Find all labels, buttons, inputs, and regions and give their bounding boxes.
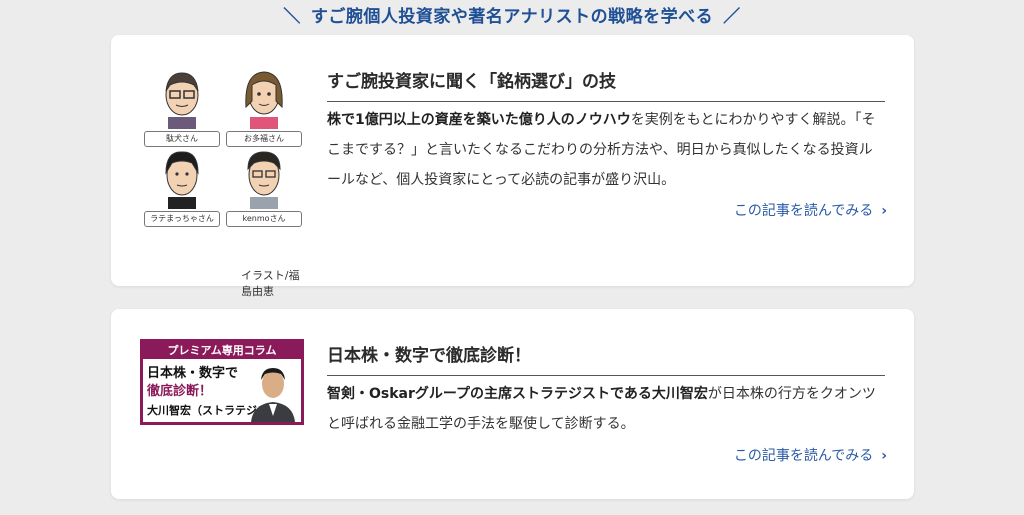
investor-portrait-1: 駄犬さん xyxy=(144,67,220,147)
chevron-right-icon: › xyxy=(881,448,887,464)
read-article-link[interactable]: この記事を読んでみる › xyxy=(734,445,887,465)
description-highlight: 智剣・Oskarグループの主席ストラテジストである大川智宏 xyxy=(327,386,708,402)
name-tag: ラテまっちゃさん xyxy=(144,211,220,227)
illustration-credit: イラスト/福島由恵 xyxy=(241,269,300,298)
name-tag: お多福さん xyxy=(226,131,302,147)
investor-face-icon xyxy=(247,151,281,209)
article-card-stock-picking[interactable]: 駄犬さん お多福さん ラテまっちゃさん kenmoさん イラスト/福島由恵 すご… xyxy=(111,35,914,298)
banner-title-line2: 徹底診断！ xyxy=(147,384,213,399)
investor-portrait-2: お多福さん xyxy=(226,67,302,147)
read-article-label[interactable]: この記事を読んでみる xyxy=(734,448,873,464)
investor-face-icon xyxy=(165,72,199,129)
investor-face-icon xyxy=(165,151,199,209)
name-tag: kenmoさん xyxy=(226,211,302,227)
article-card-japan-stocks[interactable]: プレミアム専用コラム 日本株・数字で 徹底診断！ 大川智宏（ストラテジスト） 日… xyxy=(111,309,914,499)
read-article-link[interactable]: この記事を読んでみる › xyxy=(734,200,887,220)
investor-portrait-4: kenmoさん xyxy=(226,147,302,227)
author-portrait-icon xyxy=(251,368,295,422)
article-title[interactable]: 日本株・数字で徹底診断！ xyxy=(327,341,885,376)
banner-title-line1: 日本株・数字で xyxy=(147,366,239,381)
section-heading-text: すご腕個人投資家や著名アナリストの戦略を学べる xyxy=(310,7,714,27)
column-banner[interactable]: プレミアム専用コラム 日本株・数字で 徹底診断！ 大川智宏（ストラテジスト） xyxy=(140,339,304,425)
heading-slash-left: ＼ xyxy=(283,7,301,27)
section-heading: ＼ すご腕個人投資家や著名アナリストの戦略を学べる ／ xyxy=(0,2,1024,27)
description-highlight: 株で1億円以上の資産を築いた億り人のノウハウ xyxy=(327,112,631,128)
article-description: 株で1億円以上の資産を築いた億り人のノウハウを実例をもとにわかりやすく解説。「そ… xyxy=(327,105,885,195)
investor-illustrations: 駄犬さん お多福さん ラテまっちゃさん kenmoさん イラスト/福島由恵 xyxy=(144,67,304,298)
investor-portrait-3: ラテまっちゃさん xyxy=(144,147,220,227)
chevron-right-icon: › xyxy=(881,203,887,219)
read-article-label[interactable]: この記事を読んでみる xyxy=(734,203,873,219)
article-title[interactable]: すご腕投資家に聞く「銘柄選び」の技 xyxy=(327,67,885,102)
investor-face-icon xyxy=(245,71,283,129)
heading-slash-right: ／ xyxy=(723,7,741,27)
banner-label: プレミアム専用コラム xyxy=(143,342,301,359)
name-tag: 駄犬さん xyxy=(144,131,220,147)
article-description: 智剣・Oskarグループの主席ストラテジストである大川智宏が日本株の行方をクオン… xyxy=(327,379,885,439)
